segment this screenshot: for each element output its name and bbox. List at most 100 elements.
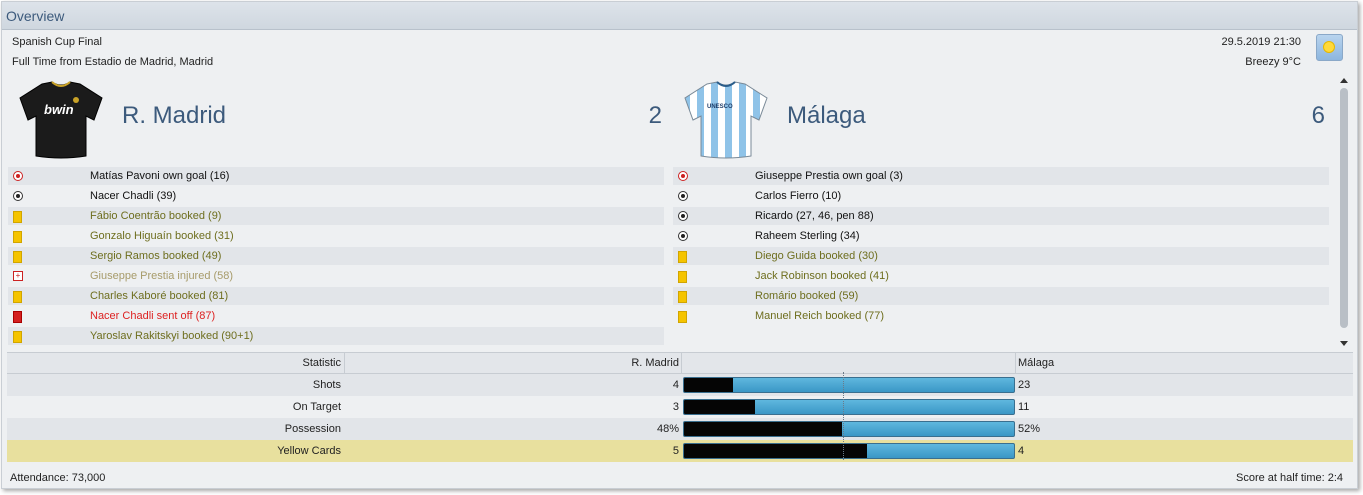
- away-event-text[interactable]: Jack Robinson booked (41): [755, 270, 889, 282]
- stats-table: Statistic R. Madrid Málaga Shots 4 23 On Ta…: [7, 352, 1353, 462]
- match-datetime: 29.5.2019 21:30: [1221, 36, 1301, 48]
- stats-header-statistic[interactable]: Statistic: [7, 357, 341, 369]
- home-event-text[interactable]: Matías Pavoni own goal (16): [90, 170, 229, 182]
- stat-home-value: 5: [672, 445, 679, 457]
- halftime-score-label: Score at half time: 2:4: [1236, 472, 1343, 484]
- home-events-list: Matías Pavoni own goal (16) Nacer Chadli …: [8, 167, 664, 347]
- stat-home-value: 3: [672, 401, 679, 413]
- away-event-text[interactable]: Manuel Reich booked (77): [755, 310, 884, 322]
- home-event-row[interactable]: Charles Kaboré booked (81): [8, 287, 664, 305]
- yellow-card-icon: [13, 231, 22, 243]
- home-event-row[interactable]: Fábio Coentrão booked (9): [8, 207, 664, 225]
- away-event-text[interactable]: Giuseppe Prestia own goal (3): [755, 170, 903, 182]
- away-event-row[interactable]: Giuseppe Prestia own goal (3): [673, 167, 1329, 185]
- home-event-row[interactable]: Nacer Chadli sent off (87): [8, 307, 664, 325]
- yellow-card-icon: [678, 251, 687, 263]
- away-team-name[interactable]: Málaga: [787, 102, 866, 130]
- stats-header-home[interactable]: R. Madrid: [345, 357, 679, 369]
- scroll-thumb[interactable]: [1340, 88, 1348, 328]
- away-event-row[interactable]: Carlos Fierro (10): [673, 187, 1329, 205]
- away-events-list: Giuseppe Prestia own goal (3) Carlos Fier…: [673, 167, 1329, 327]
- away-event-text[interactable]: Raheem Sterling (34): [755, 230, 860, 242]
- stat-home-bar-fill: [684, 422, 843, 436]
- home-event-text[interactable]: Charles Kaboré booked (81): [90, 290, 228, 302]
- yellow-card-icon: [678, 291, 687, 303]
- goal-ball-icon: [678, 231, 688, 241]
- goal-ball-icon: [678, 211, 688, 221]
- stat-comparison-bar: [683, 443, 1015, 459]
- away-event-text[interactable]: Ricardo (27, 46, pen 88): [755, 210, 874, 222]
- away-shirt-sponsor: UNESCO: [707, 104, 733, 110]
- home-event-row[interactable]: Yaroslav Rakitskyi booked (90+1): [8, 327, 664, 345]
- stats-midline: [843, 372, 844, 460]
- stat-home-value: 4: [672, 379, 679, 391]
- own-goal-ball-icon: [13, 171, 23, 181]
- stat-label: Possession: [284, 423, 341, 435]
- competition-label: Spanish Cup Final: [12, 36, 102, 48]
- events-scrollbar[interactable]: [1340, 78, 1348, 346]
- home-event-text[interactable]: Gonzalo Higuaín booked (31): [90, 230, 234, 242]
- yellow-card-icon: [13, 251, 22, 263]
- stats-row: Shots 4 23: [7, 374, 1353, 396]
- yellow-card-icon: [678, 311, 687, 323]
- stat-home-bar-fill: [684, 444, 868, 458]
- stat-label: Shots: [312, 379, 341, 391]
- stat-home-bar-fill: [684, 378, 733, 392]
- home-event-text[interactable]: Giuseppe Prestia injured (58): [90, 270, 233, 282]
- stat-home-bar-fill: [684, 400, 755, 414]
- home-event-text[interactable]: Yaroslav Rakitskyi booked (90+1): [90, 330, 253, 342]
- yellow-card-icon: [678, 271, 687, 283]
- away-event-text[interactable]: Carlos Fierro (10): [755, 190, 841, 202]
- red-card-icon: [13, 311, 22, 323]
- home-team-name[interactable]: R. Madrid: [122, 102, 226, 130]
- stat-label: Yellow Cards: [277, 445, 341, 457]
- injury-cross-icon: +: [13, 271, 23, 281]
- stats-row: On Target 3 11: [7, 396, 1353, 418]
- away-event-text[interactable]: Romário booked (59): [755, 290, 858, 302]
- stats-row: Possession 48% 52%: [7, 418, 1353, 440]
- away-event-row[interactable]: Manuel Reich booked (77): [673, 307, 1329, 325]
- stat-comparison-bar: [683, 421, 1015, 437]
- away-event-row[interactable]: Diego Guida booked (30): [673, 247, 1329, 265]
- stats-header-away[interactable]: Málaga: [1018, 357, 1054, 369]
- weather-sun-icon: [1316, 34, 1343, 61]
- title-bar: Overview: [2, 2, 1357, 30]
- yellow-card-icon: [13, 291, 22, 303]
- stat-away-value: 52%: [1018, 423, 1041, 435]
- goal-ball-icon: [13, 191, 23, 201]
- home-event-row[interactable]: + Giuseppe Prestia injured (58): [8, 267, 664, 285]
- stat-home-value: 48%: [656, 423, 679, 435]
- away-event-text[interactable]: Diego Guida booked (30): [755, 250, 878, 262]
- yellow-card-icon: [13, 211, 22, 223]
- home-shirt-icon: bwin: [18, 80, 104, 160]
- goal-ball-icon: [678, 191, 688, 201]
- away-score: 6: [1311, 102, 1325, 129]
- stat-label: On Target: [292, 401, 341, 413]
- home-event-text[interactable]: Fábio Coentrão booked (9): [90, 210, 221, 222]
- home-shirt-sponsor: bwin: [44, 102, 74, 117]
- home-event-row[interactable]: Nacer Chadli (39): [8, 187, 664, 205]
- stat-comparison-bar: [683, 377, 1015, 393]
- venue-label: Full Time from Estadio de Madrid, Madrid: [12, 56, 214, 68]
- home-event-text[interactable]: Sergio Ramos booked (49): [90, 250, 221, 262]
- away-event-row[interactable]: Jack Robinson booked (41): [673, 267, 1329, 285]
- away-event-row[interactable]: Ricardo (27, 46, pen 88): [673, 207, 1329, 225]
- stat-away-value: 23: [1018, 379, 1031, 391]
- home-score: 2: [648, 102, 662, 129]
- scroll-down-icon[interactable]: [1340, 341, 1348, 346]
- yellow-card-icon: [13, 331, 22, 343]
- away-event-row[interactable]: Romário booked (59): [673, 287, 1329, 305]
- home-event-row[interactable]: Matías Pavoni own goal (16): [8, 167, 664, 185]
- stats-header-row: Statistic R. Madrid Málaga: [7, 352, 1353, 374]
- own-goal-ball-icon: [678, 171, 688, 181]
- scroll-up-icon[interactable]: [1340, 78, 1348, 83]
- attendance-label: Attendance: 73,000: [10, 472, 106, 484]
- stat-away-value: 4: [1018, 445, 1025, 457]
- away-shirt-icon: UNESCO: [683, 80, 769, 160]
- home-event-text[interactable]: Nacer Chadli sent off (87): [90, 310, 215, 322]
- away-event-row[interactable]: Raheem Sterling (34): [673, 227, 1329, 245]
- home-event-row[interactable]: Gonzalo Higuaín booked (31): [8, 227, 664, 245]
- stat-comparison-bar: [683, 399, 1015, 415]
- home-event-row[interactable]: Sergio Ramos booked (49): [8, 247, 664, 265]
- home-event-text[interactable]: Nacer Chadli (39): [90, 190, 176, 202]
